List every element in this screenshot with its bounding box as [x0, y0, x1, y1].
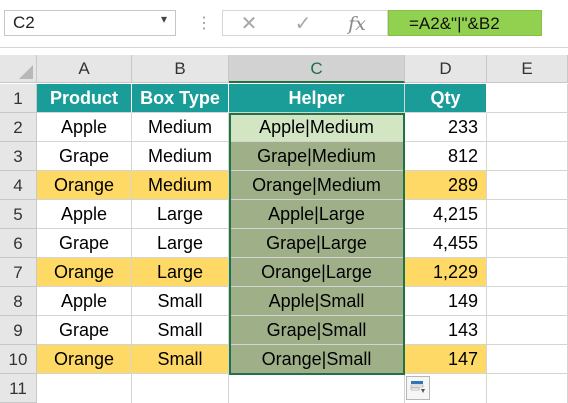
column-header-d[interactable]: D: [405, 55, 487, 83]
cell-box-type[interactable]: Small: [132, 345, 229, 374]
cell-e11[interactable]: [487, 374, 568, 403]
cancel-icon[interactable]: ✕: [229, 11, 269, 37]
cell-helper[interactable]: Apple|Small: [229, 287, 405, 316]
select-all-corner[interactable]: [0, 55, 37, 83]
cell-helper-active[interactable]: Apple|Medium: [229, 113, 405, 142]
row-header-4[interactable]: 4: [0, 171, 37, 200]
cell-product[interactable]: Orange: [37, 345, 132, 374]
cell-product[interactable]: Apple: [37, 200, 132, 229]
cell-box-type[interactable]: Small: [132, 287, 229, 316]
column-header-e[interactable]: E: [487, 55, 568, 83]
cell-helper[interactable]: Grape|Medium: [229, 142, 405, 171]
cell-e[interactable]: [487, 345, 568, 374]
formula-bar: C2 ▾ ⋮ ✕ ✓ fx =A2&"|"&B2: [0, 0, 568, 48]
cell-box-type[interactable]: Large: [132, 258, 229, 287]
cell-b11[interactable]: [132, 374, 229, 403]
cell-a11[interactable]: [37, 374, 132, 403]
column-header-b[interactable]: B: [132, 55, 229, 83]
cell-e[interactable]: [487, 142, 568, 171]
formula-bar-resize-handle-icon[interactable]: ⋮: [196, 11, 212, 37]
cell-qty[interactable]: 4,455: [405, 229, 487, 258]
row-header-2[interactable]: 2: [0, 113, 37, 142]
quick-analysis-button[interactable]: [406, 376, 430, 400]
enter-icon[interactable]: ✓: [283, 11, 323, 37]
cell-product[interactable]: Grape: [37, 229, 132, 258]
cell-c11[interactable]: [229, 374, 405, 403]
cell-product[interactable]: Orange: [37, 171, 132, 200]
cell-helper[interactable]: Grape|Small: [229, 316, 405, 345]
name-box[interactable]: C2 ▾: [4, 10, 176, 36]
cell-product[interactable]: Apple: [37, 113, 132, 142]
cell-qty[interactable]: 812: [405, 142, 487, 171]
cell-e[interactable]: [487, 287, 568, 316]
cell-helper[interactable]: Apple|Large: [229, 200, 405, 229]
header-qty[interactable]: Qty: [405, 84, 487, 113]
name-box-dropdown-icon[interactable]: ▾: [161, 12, 167, 26]
cell-box-type[interactable]: Small: [132, 316, 229, 345]
cell-box-type[interactable]: Large: [132, 229, 229, 258]
cell-helper[interactable]: Grape|Large: [229, 229, 405, 258]
cell-box-type[interactable]: Medium: [132, 113, 229, 142]
cell-e[interactable]: [487, 258, 568, 287]
cell-box-type[interactable]: Large: [132, 200, 229, 229]
formula-buttons: ✕ ✓ fx: [222, 10, 388, 36]
row-header-10[interactable]: 10: [0, 345, 37, 374]
row-header-1[interactable]: 1: [0, 84, 37, 113]
row-header-7[interactable]: 7: [0, 258, 37, 287]
cell-qty[interactable]: 289: [405, 171, 487, 200]
cell-e[interactable]: [487, 113, 568, 142]
header-helper[interactable]: Helper: [229, 84, 405, 113]
column-header-c[interactable]: C: [229, 55, 405, 83]
header-product[interactable]: Product: [37, 84, 132, 113]
cell-qty[interactable]: 143: [405, 316, 487, 345]
row-header-11[interactable]: 11: [0, 374, 37, 403]
cell-e1[interactable]: [487, 84, 568, 113]
cell-box-type[interactable]: Medium: [132, 142, 229, 171]
cell-qty[interactable]: 147: [405, 345, 487, 374]
insert-function-icon[interactable]: fx: [337, 11, 377, 37]
cell-qty[interactable]: 233: [405, 113, 487, 142]
cell-e[interactable]: [487, 171, 568, 200]
cell-e[interactable]: [487, 229, 568, 258]
row-header-5[interactable]: 5: [0, 200, 37, 229]
row-header-9[interactable]: 9: [0, 316, 37, 345]
header-box-type[interactable]: Box Type: [132, 84, 229, 113]
cell-product[interactable]: Grape: [37, 316, 132, 345]
row-header-6[interactable]: 6: [0, 229, 37, 258]
cell-qty[interactable]: 149: [405, 287, 487, 316]
select-all-icon: [19, 65, 33, 79]
cell-helper[interactable]: Orange|Small: [229, 345, 405, 374]
quick-analysis-icon: [410, 381, 425, 393]
row-header-8[interactable]: 8: [0, 287, 37, 316]
column-header-a[interactable]: A: [37, 55, 132, 83]
cell-e[interactable]: [487, 200, 568, 229]
cell-box-type[interactable]: Medium: [132, 171, 229, 200]
row-header-3[interactable]: 3: [0, 142, 37, 171]
cell-product[interactable]: Apple: [37, 287, 132, 316]
cell-helper[interactable]: Orange|Medium: [229, 171, 405, 200]
cell-qty[interactable]: 4,215: [405, 200, 487, 229]
cell-e[interactable]: [487, 316, 568, 345]
cell-helper[interactable]: Orange|Large: [229, 258, 405, 287]
formula-input[interactable]: =A2&"|"&B2: [388, 10, 542, 36]
name-box-value: C2: [13, 13, 35, 32]
cell-product[interactable]: Grape: [37, 142, 132, 171]
cell-product[interactable]: Orange: [37, 258, 132, 287]
cell-qty[interactable]: 1,229: [405, 258, 487, 287]
